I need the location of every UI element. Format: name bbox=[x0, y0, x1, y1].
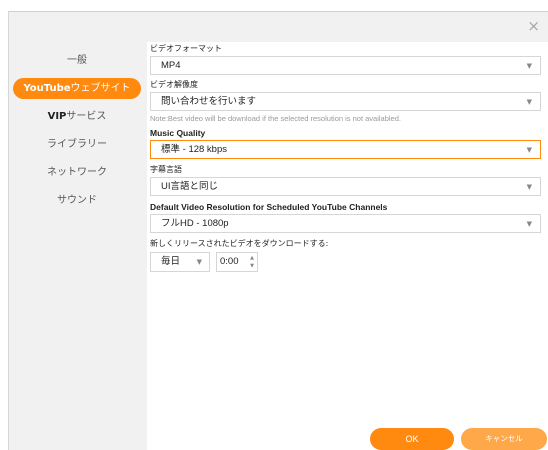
download-new-label: 新しくリリースされたビデオをダウンロードする: bbox=[150, 239, 329, 248]
video-format-select[interactable]: MP4 ▼ bbox=[150, 56, 541, 75]
sidebar-item-label: ネットワーク bbox=[47, 167, 107, 178]
download-frequency-select[interactable]: 毎日 ▼ bbox=[150, 252, 210, 272]
sidebar-item-label: ライブラリー bbox=[47, 139, 107, 150]
cancel-button[interactable]: キャンセル bbox=[461, 428, 547, 450]
settings-content: ビデオフォーマット MP4 ▼ ビデオ解像度 問い合わせを行います ▼ Note… bbox=[147, 42, 548, 450]
chevron-down-icon: ▼ bbox=[526, 98, 532, 106]
sidebar-item-label: ウェブサイト bbox=[70, 83, 131, 94]
sidebar-item-library[interactable]: ライブラリー bbox=[13, 134, 141, 155]
sidebar-item-label: 一般 bbox=[67, 55, 87, 66]
music-quality-value: 標準 - 128 kbps bbox=[161, 144, 227, 155]
sidebar-item-label-bold: VIP bbox=[47, 111, 67, 122]
video-format-value: MP4 bbox=[161, 60, 181, 71]
sidebar-item-label: サービス bbox=[66, 111, 107, 122]
time-stepper[interactable]: ▲ ▼ bbox=[249, 254, 255, 270]
sidebar-item-label: サウンド bbox=[57, 195, 97, 206]
sidebar-item-general[interactable]: 一般 bbox=[13, 50, 141, 71]
music-quality-label: Music Quality bbox=[150, 128, 206, 138]
chevron-down-icon: ▼ bbox=[196, 258, 202, 266]
video-resolution-select[interactable]: 問い合わせを行います ▼ bbox=[150, 92, 541, 111]
sidebar-item-vip[interactable]: VIPサービス bbox=[13, 106, 141, 127]
settings-dialog: × 一般 YouTubeウェブサイト VIPサービス ライブラリー ネットワーク… bbox=[8, 11, 548, 450]
chevron-down-icon: ▼ bbox=[526, 220, 532, 228]
download-time-value: 0:00 bbox=[220, 256, 239, 267]
chevron-down-icon: ▼ bbox=[526, 146, 532, 154]
sidebar-item-youtube[interactable]: YouTubeウェブサイト bbox=[13, 78, 141, 99]
download-time-input[interactable]: 0:00 ▲ ▼ bbox=[216, 252, 258, 272]
download-frequency-value: 毎日 bbox=[161, 256, 181, 267]
sidebar-item-sound[interactable]: サウンド bbox=[13, 190, 141, 211]
scheduled-resolution-value: フルHD - 1080p bbox=[161, 218, 229, 229]
sidebar-item-label-bold: YouTube bbox=[23, 83, 71, 94]
video-format-label: ビデオフォーマット bbox=[150, 44, 222, 53]
subtitle-language-value: UI言語と同じ bbox=[161, 181, 219, 192]
video-resolution-label: ビデオ解像度 bbox=[150, 80, 198, 89]
music-quality-select[interactable]: 標準 - 128 kbps ▼ bbox=[150, 140, 541, 159]
chevron-down-icon: ▼ bbox=[526, 183, 532, 191]
scheduled-resolution-select[interactable]: フルHD - 1080p ▼ bbox=[150, 214, 541, 233]
subtitle-language-label: 字幕言語 bbox=[150, 165, 182, 174]
chevron-up-icon[interactable]: ▲ bbox=[249, 254, 255, 262]
resolution-note: Note:Best video will be download if the … bbox=[150, 114, 401, 123]
video-resolution-value: 問い合わせを行います bbox=[161, 96, 257, 107]
scheduled-resolution-label: Default Video Resolution for Scheduled Y… bbox=[150, 202, 388, 212]
chevron-down-icon[interactable]: ▼ bbox=[249, 262, 255, 270]
chevron-down-icon: ▼ bbox=[526, 62, 532, 70]
sidebar-item-network[interactable]: ネットワーク bbox=[13, 162, 141, 183]
ok-button[interactable]: OK bbox=[370, 428, 454, 450]
close-icon[interactable]: × bbox=[527, 16, 540, 36]
settings-sidebar: 一般 YouTubeウェブサイト VIPサービス ライブラリー ネットワーク サ… bbox=[9, 42, 147, 450]
subtitle-language-select[interactable]: UI言語と同じ ▼ bbox=[150, 177, 541, 196]
